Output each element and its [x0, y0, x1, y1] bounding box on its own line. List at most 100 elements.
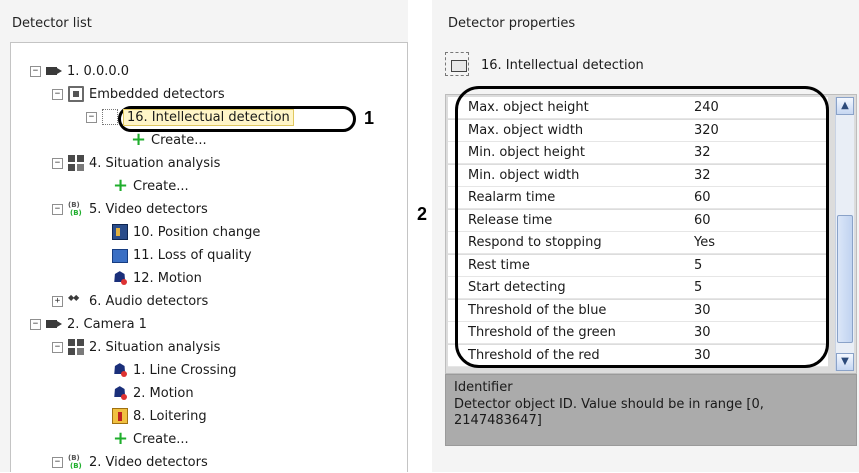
property-name: Release time — [468, 212, 553, 228]
property-name: Start detecting — [468, 280, 566, 295]
property-name: Min. object height — [468, 145, 585, 160]
callout-number-1: 1 — [364, 108, 375, 128]
detector-name: 16. Intellectual detection — [481, 57, 644, 73]
property-value[interactable]: 240 — [694, 100, 719, 115]
property-value[interactable]: 30 — [694, 303, 711, 318]
property-name: Respond to stopping — [468, 235, 602, 250]
loss-of-quality-icon — [112, 249, 128, 263]
tree-item[interactable]: 1. Line Crossing — [96, 359, 237, 381]
tree-item[interactable]: Create... — [96, 175, 189, 197]
property-row[interactable]: Respond to stopping Yes — [448, 232, 828, 254]
property-row[interactable]: Min. object height 32 — [448, 142, 828, 164]
tree-item-label: 2. Video detectors — [89, 454, 208, 470]
tree-item-label: 8. Loitering — [133, 408, 207, 424]
property-value[interactable]: 5 — [694, 280, 702, 295]
line-crossing-icon — [112, 360, 128, 378]
property-grid[interactable]: ▲ ▼ Max. object height 240 Max. object wid… — [445, 94, 857, 374]
scroll-thumb[interactable] — [837, 215, 853, 343]
motion-icon — [112, 383, 128, 401]
tree-item-label: Embedded detectors — [89, 86, 225, 102]
expand-icon[interactable]: + — [52, 295, 63, 307]
property-name: Min. object width — [468, 167, 580, 183]
green-plus-icon — [112, 175, 128, 196]
tree-item-label: 5. Video detectors — [89, 201, 208, 217]
tree-item-label: 1. 0.0.0.0 — [67, 63, 130, 79]
tree-item[interactable]: − 16. Intellectual detection — [86, 106, 294, 128]
tree-item-label: 12. Motion — [133, 270, 202, 286]
property-name: Threshold of the blue — [468, 302, 607, 318]
tree-item[interactable]: Create... — [96, 428, 189, 450]
collapse-icon[interactable]: − — [52, 341, 63, 353]
property-row[interactable]: Rest time 5 — [448, 254, 828, 277]
collapse-icon[interactable]: − — [30, 65, 41, 77]
property-row[interactable]: Max. object height 240 — [448, 97, 828, 119]
embedded-detector-icon — [68, 86, 84, 102]
tree-item[interactable]: Create... — [114, 129, 207, 151]
tree-item[interactable]: − 5. Video detectors — [52, 198, 208, 220]
property-value[interactable]: 30 — [694, 348, 711, 363]
video-detectors-icon — [68, 201, 84, 217]
collapse-icon[interactable]: − — [52, 203, 63, 215]
property-value[interactable]: 32 — [694, 145, 711, 160]
description-title: Identifier — [454, 380, 513, 395]
property-row[interactable]: Release time 60 — [448, 209, 828, 232]
property-name: Max. object height — [468, 100, 589, 115]
tree-item-label: 16. Intellectual detection — [123, 108, 294, 126]
tree-item-label: 2. Motion — [133, 385, 194, 401]
property-value[interactable]: Yes — [694, 235, 715, 250]
tree-item[interactable]: − 2. Camera 1 — [30, 313, 147, 335]
detector-properties-title: Detector properties — [448, 16, 576, 31]
tree-item[interactable]: +6. Audio detectors — [52, 290, 208, 312]
scroll-up-icon[interactable]: ▲ — [836, 97, 854, 115]
collapse-icon[interactable]: − — [52, 456, 63, 468]
tree-item[interactable]: − 4. Situation analysis — [52, 152, 220, 174]
property-name: Rest time — [468, 257, 530, 273]
motion-icon — [112, 268, 128, 286]
property-value[interactable]: 30 — [694, 325, 711, 340]
tree-item[interactable]: − 2. Situation analysis — [52, 336, 220, 358]
video-detectors-icon — [68, 454, 84, 470]
tree-item[interactable]: 12. Motion — [96, 267, 202, 289]
tree-item-label: 6. Audio detectors — [89, 293, 209, 309]
callout-number-2: 2 — [417, 204, 428, 224]
collapse-icon[interactable]: − — [30, 318, 41, 330]
tree-item-label: 1. Line Crossing — [133, 362, 237, 378]
collapse-icon[interactable]: − — [86, 111, 97, 123]
property-value[interactable]: 320 — [694, 123, 719, 138]
tree-item[interactable]: 10. Position change — [96, 221, 260, 243]
tree-item-label: Create... — [151, 132, 207, 148]
tree-item[interactable]: 11. Loss of quality — [96, 244, 252, 266]
property-row[interactable]: Start detecting 5 — [448, 277, 828, 299]
property-row[interactable]: Threshold of the red 30 — [448, 344, 828, 367]
property-row[interactable]: Threshold of the green 30 — [448, 322, 828, 344]
camera-icon — [46, 63, 62, 79]
property-row[interactable]: Max. object width 320 — [448, 119, 828, 142]
property-value[interactable]: 60 — [694, 213, 711, 228]
audio-detectors-icon — [68, 293, 84, 309]
tree-item[interactable]: − Embedded detectors — [52, 83, 225, 105]
property-value[interactable]: 60 — [694, 190, 711, 205]
tree-item[interactable]: − 1. 0.0.0.0 — [30, 60, 129, 82]
green-plus-icon — [112, 428, 128, 449]
property-value[interactable]: 32 — [694, 168, 711, 183]
tree-item-label: Create... — [133, 431, 189, 447]
description-text: Detector object ID. Value should be in r… — [454, 397, 764, 428]
property-row[interactable]: Realarm time 60 — [448, 187, 828, 209]
property-value[interactable]: 5 — [694, 258, 702, 273]
situation-analysis-icon — [68, 339, 84, 355]
property-row[interactable]: Threshold of the blue 30 — [448, 299, 828, 322]
tree-item[interactable]: 2. Motion — [96, 382, 194, 404]
collapse-icon[interactable]: − — [52, 88, 63, 100]
tree-item[interactable]: − 2. Video detectors — [52, 451, 208, 473]
camera-icon — [46, 316, 62, 332]
property-name: Max. object width — [468, 122, 584, 138]
scroll-down-icon[interactable]: ▼ — [836, 353, 854, 371]
tree-item-label: 2. Situation analysis — [89, 339, 221, 355]
intellectual-detection-icon — [445, 52, 471, 78]
property-name: Threshold of the green — [468, 325, 616, 340]
property-grid-scrollbar[interactable]: ▲ ▼ — [835, 97, 854, 371]
tree-item[interactable]: 8. Loitering — [96, 405, 207, 427]
collapse-icon[interactable]: − — [52, 157, 63, 169]
property-description: Identifier Detector object ID. Value sho… — [445, 374, 857, 446]
property-row[interactable]: Min. object width 32 — [448, 164, 828, 187]
